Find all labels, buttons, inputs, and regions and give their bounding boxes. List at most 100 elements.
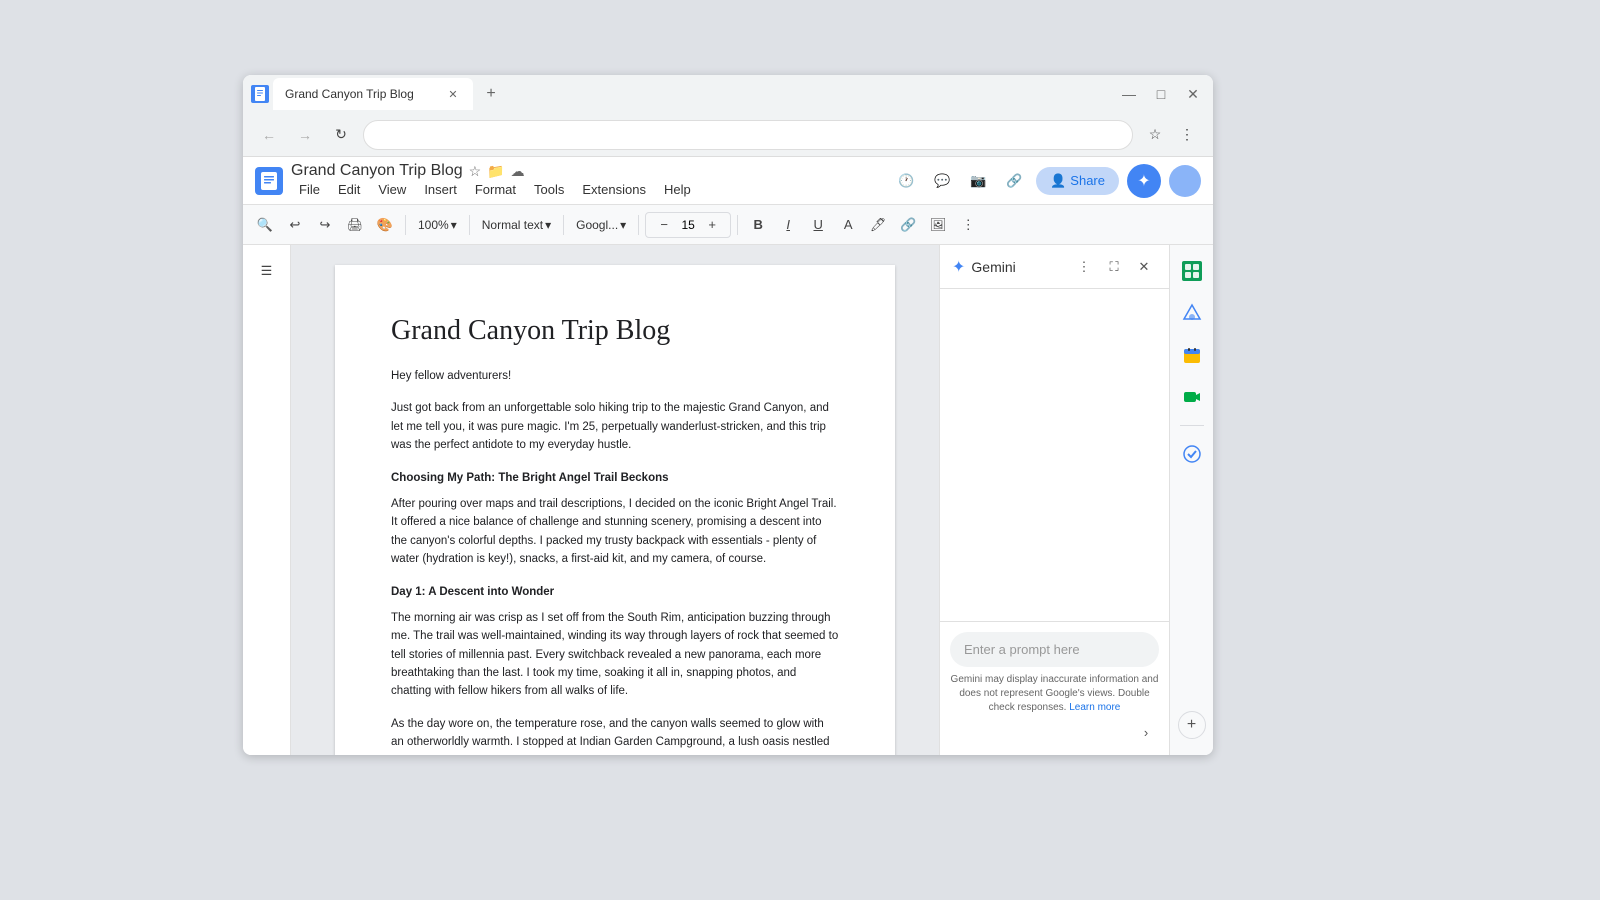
heading-trail: Choosing My Path: The Bright Angel Trail… (391, 469, 839, 487)
gemini-fab-button[interactable]: ✦ (1127, 164, 1161, 198)
link-icon[interactable]: 🔗 (1000, 167, 1028, 195)
right-sidebar-divider (1180, 425, 1204, 426)
menu-help[interactable]: Help (656, 180, 699, 199)
document-page: Grand Canyon Trip Blog Hey fellow advent… (335, 265, 895, 755)
close-button[interactable]: ✕ (1181, 82, 1205, 106)
paint-format-button[interactable]: 🎨 (371, 211, 399, 239)
browser-window: Grand Canyon Trip Blog ✕ + — □ ✕ ← → ↻ ☆… (243, 75, 1213, 755)
menu-extensions[interactable]: Extensions (574, 180, 654, 199)
text-color-button[interactable]: A (834, 211, 862, 239)
doc-body[interactable]: Hey fellow adventurers! Just got back fr… (391, 367, 839, 755)
font-chevron: ▾ (620, 218, 626, 232)
menu-edit[interactable]: Edit (330, 180, 368, 199)
highlight-button[interactable]: 🖊 (864, 211, 892, 239)
print-button[interactable]: 🖨 (341, 211, 369, 239)
search-toolbar-btn[interactable]: 🔍 (251, 211, 279, 239)
undo-button[interactable]: ↩ (281, 211, 309, 239)
gemini-expand-button[interactable]: ⛶ (1101, 254, 1127, 280)
new-tab-button[interactable]: + (477, 80, 505, 108)
share-icon: 👤 (1050, 173, 1066, 189)
more-toolbar-button[interactable]: ⋮ (954, 211, 982, 239)
image-button[interactable]: 🖼 (924, 211, 952, 239)
cloud-icon[interactable]: ☁ (511, 163, 525, 180)
share-label: Share (1070, 173, 1105, 188)
heading-day1: Day 1: A Descent into Wonder (391, 583, 839, 601)
document-title[interactable]: Grand Canyon Trip Blog (291, 162, 463, 180)
para-trail: After pouring over maps and trail descri… (391, 495, 839, 569)
menu-file[interactable]: File (291, 180, 328, 199)
para-day1-afternoon: As the day wore on, the temperature rose… (391, 715, 839, 755)
drive-icon[interactable] (1174, 295, 1210, 331)
para-intro: Just got back from an unforgettable solo… (391, 399, 839, 454)
browser-titlebar: Grand Canyon Trip Blog ✕ + — □ ✕ (243, 75, 1213, 113)
list-view-button[interactable]: ☰ (253, 257, 281, 285)
folder-icon[interactable]: 📁 (487, 163, 504, 180)
right-sidebar: + (1169, 245, 1213, 755)
menu-tools[interactable]: Tools (526, 180, 572, 199)
italic-button[interactable]: I (774, 211, 802, 239)
user-avatar[interactable] (1169, 165, 1201, 197)
gemini-input[interactable]: Enter a prompt here (950, 632, 1159, 667)
meet-icon[interactable] (1174, 379, 1210, 415)
font-size-value[interactable]: 15 (680, 218, 696, 232)
tab-close-button[interactable]: ✕ (445, 86, 461, 102)
para-day1-morning: The morning air was crisp as I set off f… (391, 609, 839, 701)
menu-view[interactable]: View (370, 180, 414, 199)
redo-button[interactable]: ↪ (311, 211, 339, 239)
docs-content: ☰ Grand Canyon Trip Blog Hey fellow adve… (243, 245, 1213, 755)
more-button[interactable]: ⋮ (1173, 121, 1201, 149)
toolbar-divider-3 (563, 215, 564, 235)
history-icon[interactable]: 🕐 (892, 167, 920, 195)
back-button[interactable]: ← (255, 121, 283, 149)
browser-tab[interactable]: Grand Canyon Trip Blog ✕ (273, 78, 473, 110)
increase-font-button[interactable]: + (698, 211, 726, 239)
gemini-more-button[interactable]: ⋮ (1071, 254, 1097, 280)
minimize-button[interactable]: — (1117, 82, 1141, 106)
gemini-title: Gemini (971, 259, 1065, 275)
star-icon[interactable]: ☆ (469, 163, 482, 180)
docs-menu-row: File Edit View Insert Format Tools Exten… (291, 180, 699, 199)
bookmark-button[interactable]: ☆ (1141, 121, 1169, 149)
doc-page-area[interactable]: Grand Canyon Trip Blog Hey fellow advent… (291, 245, 939, 755)
doc-sidebar-left: ☰ (243, 245, 291, 755)
menu-format[interactable]: Format (467, 180, 524, 199)
docs-header-actions: 🕐 💬 📷 🔗 👤 Share ✦ (892, 164, 1201, 198)
refresh-button[interactable]: ↻ (327, 121, 355, 149)
sheets-icon[interactable] (1174, 253, 1210, 289)
address-bar[interactable] (363, 120, 1133, 150)
style-dropdown[interactable]: Normal text ▾ (476, 211, 557, 239)
para-greeting: Hey fellow adventurers! (391, 367, 839, 385)
forward-button[interactable]: → (291, 121, 319, 149)
browser-nav: ← → ↻ ☆ ⋮ (243, 113, 1213, 157)
gemini-close-button[interactable]: ✕ (1131, 254, 1157, 280)
font-value: Googl... (576, 218, 618, 232)
decrease-font-button[interactable]: − (650, 211, 678, 239)
zoom-dropdown[interactable]: 100% ▾ (412, 211, 463, 239)
gemini-star-icon: ✦ (952, 257, 965, 277)
font-size-controls: − 15 + (645, 212, 731, 238)
comment-icon[interactable]: 💬 (928, 167, 956, 195)
docs-toolbar: 🔍 ↩ ↪ 🖨 🎨 100% ▾ Normal text ▾ Googl... … (243, 205, 1213, 245)
underline-button[interactable]: U (804, 211, 832, 239)
tasks-icon[interactable] (1174, 436, 1210, 472)
font-dropdown[interactable]: Googl... ▾ (570, 211, 632, 239)
maximize-button[interactable]: □ (1149, 82, 1173, 106)
gemini-disclaimer: Gemini may display inaccurate informatio… (950, 673, 1159, 715)
gemini-disclaimer-text: Gemini may display inaccurate informatio… (951, 674, 1159, 713)
bold-button[interactable]: B (744, 211, 772, 239)
toolbar-divider-5 (737, 215, 738, 235)
link-toolbar-button[interactable]: 🔗 (894, 211, 922, 239)
calendar-icon[interactable] (1174, 337, 1210, 373)
share-button[interactable]: 👤 Share (1036, 167, 1119, 195)
zoom-chevron: ▾ (451, 218, 457, 232)
gemini-body (940, 289, 1169, 621)
add-sidebar-button[interactable]: + (1178, 711, 1206, 739)
video-icon[interactable]: 📷 (964, 167, 992, 195)
style-value: Normal text (482, 218, 543, 232)
gemini-header: ✦ Gemini ⋮ ⛶ ✕ (940, 245, 1169, 289)
gemini-submit-button[interactable]: › (1133, 719, 1159, 745)
docs-title-icons: ☆ 📁 ☁ (469, 163, 525, 180)
style-chevron: ▾ (545, 218, 551, 232)
gemini-learn-more-link[interactable]: Learn more (1069, 702, 1120, 713)
menu-insert[interactable]: Insert (416, 180, 465, 199)
